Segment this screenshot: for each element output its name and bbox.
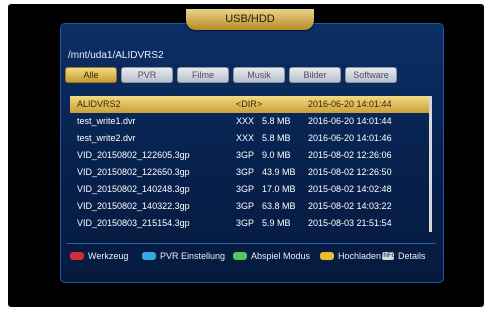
file-row[interactable]: test_write2.dvr XXX 5.8 MB 2016-06-20 14… [70,130,430,147]
red-key-icon [70,251,84,260]
hint-details[interactable]: INFO Details [382,249,426,263]
current-path: /mnt/uda1/ALIDVRS2 [68,50,164,61]
hint-abspiel-modus[interactable]: Abspiel Modus [233,249,310,263]
file-name: VID_20150802_140322.3gp [77,201,190,211]
file-date: 2015-08-02 12:26:50 [308,167,392,177]
file-date: 2015-08-03 21:51:54 [308,218,392,228]
file-row[interactable]: VID_20150803_215154.3gp 3GP 5.9 MB 2015-… [70,215,430,232]
file-type: 3GP [236,218,255,228]
hint-details-label: Details [398,251,426,261]
blue-key-icon [142,251,156,260]
tab-alle[interactable]: Alle [65,67,117,83]
file-name: ALIDVRS2 [77,99,121,109]
hint-werkzeug[interactable]: Werkzeug [70,249,128,263]
list-scrollbar[interactable] [429,96,432,232]
file-list: ALIDVRS2 <DIR> 2016-06-20 14:01:44 test_… [70,96,430,232]
file-name: VID_20150802_122650.3gp [77,167,190,177]
file-type: XXX [236,116,255,126]
file-size: 17.0 MB [262,184,296,194]
file-size: 5.8 MB [262,116,291,126]
file-size: 63.8 MB [262,201,296,211]
file-date: 2016-06-20 14:01:46 [308,133,392,143]
file-type: 3GP [236,184,255,194]
file-row[interactable]: VID_20150802_140248.3gp 3GP 17.0 MB 2015… [70,181,430,198]
file-row[interactable]: VID_20150802_122605.3gp 3GP 9.0 MB 2015-… [70,147,430,164]
file-type: 3GP [236,167,255,177]
tv-screen: USB/HDD /mnt/uda1/ALIDVRS2 Alle PVR Film… [8,4,484,307]
file-date: 2015-08-02 12:26:06 [308,150,392,160]
file-name: VID_20150803_215154.3gp [77,218,190,228]
hint-pvr-label: PVR Einstellung [160,251,226,261]
file-row[interactable]: VID_20150802_122650.3gp 3GP 43.9 MB 2015… [70,164,430,181]
tab-bilder[interactable]: Bilder [289,67,341,83]
tab-filme[interactable]: Filme [177,67,229,83]
yellow-key-icon [320,251,334,260]
file-size: 43.9 MB [262,167,296,177]
file-type: 3GP [236,150,255,160]
hint-werkzeug-label: Werkzeug [88,251,129,261]
tab-musik[interactable]: Musik [233,67,285,83]
file-date: 2015-08-02 14:03:22 [308,201,392,211]
hint-abspiel-label: Abspiel Modus [251,251,311,261]
file-name: test_write2.dvr [77,133,136,143]
file-type: 3GP [236,201,255,211]
tab-software[interactable]: Software [345,67,397,83]
hint-hochladen-label: Hochladen [338,251,382,261]
file-date: 2016-06-20 14:01:44 [308,116,392,126]
file-date: 2016-06-20 14:01:44 [308,99,392,109]
hint-hochladen[interactable]: Hochladen [320,249,381,263]
hint-pvr-einstellung[interactable]: PVR Einstellung [142,249,225,263]
file-name: test_write1.dvr [77,116,136,126]
file-name: VID_20150802_122605.3gp [77,150,190,160]
tab-pvr[interactable]: PVR [121,67,173,83]
footer-divider [66,243,436,244]
file-size: 9.0 MB [262,150,291,160]
file-date: 2015-08-02 14:02:48 [308,184,392,194]
file-size: 5.9 MB [262,218,291,228]
info-key-icon: INFO [382,251,397,260]
file-row[interactable]: ALIDVRS2 <DIR> 2016-06-20 14:01:44 [70,96,430,113]
file-name: VID_20150802_140248.3gp [77,184,190,194]
green-key-icon [233,251,247,260]
file-row[interactable]: VID_20150802_140322.3gp 3GP 63.8 MB 2015… [70,198,430,215]
file-type: <DIR> [236,99,263,109]
file-row[interactable]: test_write1.dvr XXX 5.8 MB 2016-06-20 14… [70,113,430,130]
file-size: 5.8 MB [262,133,291,143]
file-type: XXX [236,133,255,143]
window-title: USB/HDD [186,9,314,30]
